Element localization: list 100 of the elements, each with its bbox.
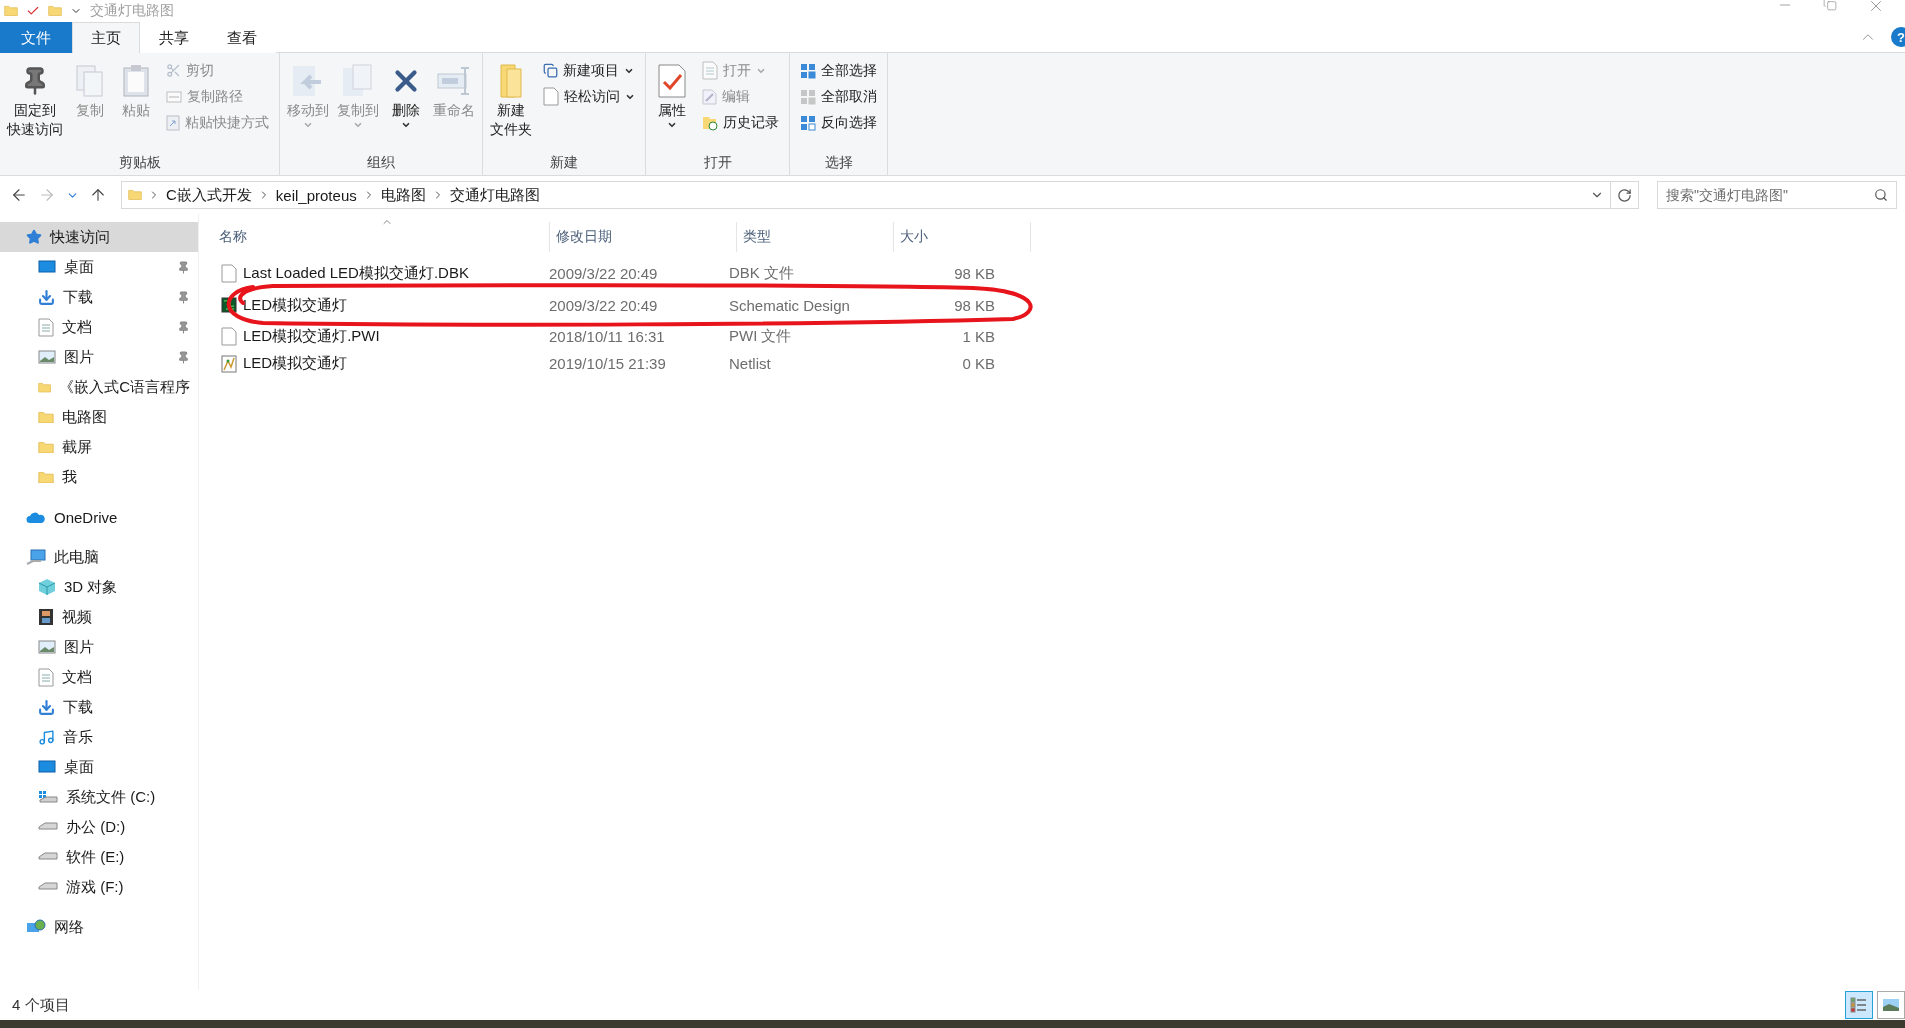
system-drive-icon bbox=[38, 790, 58, 804]
navigation-item[interactable]: 截屏 bbox=[0, 432, 198, 462]
ribbon-button[interactable]: 删除 bbox=[384, 57, 428, 151]
document-icon bbox=[38, 317, 54, 337]
navigation-item[interactable]: 文档 bbox=[0, 662, 198, 692]
table-cell-text: 2019/10/15 21:39 bbox=[548, 355, 667, 372]
cube-icon bbox=[38, 578, 56, 596]
ribbon-button[interactable]: 轻松访问 bbox=[541, 85, 637, 108]
navigation-item[interactable]: 音乐 bbox=[0, 722, 198, 752]
table-cell-text: PWI 文件 bbox=[728, 327, 793, 346]
navigation-item[interactable]: 下载 bbox=[0, 692, 198, 722]
cloud-icon bbox=[26, 510, 46, 524]
table-cell-text: 0 KB bbox=[961, 355, 996, 372]
navigation-item[interactable]: 桌面 bbox=[0, 752, 198, 782]
navigation-item[interactable]: OneDrive bbox=[0, 502, 198, 532]
invert-selection-icon bbox=[800, 114, 816, 131]
drive-icon bbox=[38, 822, 58, 832]
navigation-item[interactable]: 桌面 bbox=[0, 252, 198, 282]
drive-icon bbox=[38, 852, 58, 862]
history-icon bbox=[702, 114, 718, 131]
table-cell-text: 2009/3/22 20:49 bbox=[548, 296, 659, 314]
properties-icon bbox=[657, 63, 687, 99]
open-icon bbox=[702, 61, 718, 80]
column-header[interactable]: 类型 bbox=[737, 222, 894, 252]
table-cell-text: 98 KB bbox=[953, 265, 996, 282]
details-view-button[interactable] bbox=[1845, 991, 1873, 1019]
table-cell-text: 98 KB bbox=[953, 296, 996, 314]
picture-icon bbox=[38, 640, 56, 654]
search-icon bbox=[1874, 188, 1888, 202]
breadcrumb[interactable]: C嵌入式开发 bbox=[166, 185, 252, 205]
ribbon-tab[interactable]: 文件 bbox=[0, 22, 72, 53]
breadcrumb[interactable]: keil_proteus bbox=[275, 186, 357, 204]
new-item-icon bbox=[543, 63, 558, 78]
table-cell-text: Netlist bbox=[728, 355, 772, 372]
ribbon-button[interactable]: 固定到 快速访问 bbox=[4, 57, 66, 151]
navigation-item[interactable]: 《嵌入式C语言程序 bbox=[0, 372, 198, 402]
select-all-icon bbox=[800, 62, 816, 79]
address-bar[interactable]: C嵌入式开发 keil_proteus 电路图 交通灯电路图 bbox=[121, 181, 1611, 209]
landscape-thumbnail-icon bbox=[1882, 998, 1900, 1012]
ribbon-button[interactable]: 新建 文件夹 bbox=[487, 57, 535, 151]
breadcrumb[interactable]: 电路图 bbox=[380, 185, 426, 205]
navigation-item[interactable]: 此电脑 bbox=[0, 542, 198, 572]
table-cell-text: 2009/3/22 20:49 bbox=[548, 265, 659, 282]
navigation-item[interactable]: 办公 (D:) bbox=[0, 812, 198, 842]
column-header[interactable]: 名称 bbox=[213, 222, 550, 252]
ribbon-button[interactable]: 反向选择 bbox=[798, 111, 879, 134]
folder-icon bbox=[4, 5, 18, 17]
ribbon-tab[interactable]: 主页 bbox=[72, 22, 140, 53]
ribbon-button[interactable]: 属性 bbox=[650, 57, 694, 151]
picture-icon bbox=[38, 350, 56, 364]
help-button[interactable]: ? bbox=[1891, 27, 1905, 47]
copy-icon bbox=[75, 64, 105, 98]
search-field[interactable]: 搜索"交通灯电路图" bbox=[1657, 181, 1897, 209]
navigation-item[interactable]: 软件 (E:) bbox=[0, 842, 198, 872]
navigation-item[interactable]: 快速访问 bbox=[0, 222, 198, 252]
copy-icon bbox=[341, 64, 375, 98]
ribbon-button[interactable]: 历史记录 bbox=[700, 111, 781, 134]
navigation-item[interactable]: 图片 bbox=[0, 342, 198, 372]
group-label: 新建 bbox=[549, 153, 579, 172]
desktop-icon bbox=[38, 260, 56, 274]
ribbon-button[interactable]: 新建项目 bbox=[541, 59, 637, 82]
path-icon bbox=[166, 90, 182, 103]
navigation-item[interactable]: 下载 bbox=[0, 282, 198, 312]
folder-icon bbox=[38, 440, 54, 454]
file-name: LED模拟交通灯.PWI bbox=[213, 327, 543, 346]
refresh-button[interactable] bbox=[1611, 181, 1639, 209]
column-header[interactable]: 大小 bbox=[894, 222, 1031, 252]
breadcrumb[interactable]: 交通灯电路图 bbox=[449, 185, 540, 205]
file-name: LED模拟交通灯 bbox=[213, 295, 543, 315]
large-icons-view-button[interactable] bbox=[1877, 991, 1905, 1019]
file-row[interactable]: LED模拟交通灯 2019/10/15 21:39 Netlist 0 KB bbox=[213, 350, 1003, 377]
folder-icon bbox=[497, 63, 525, 99]
download-icon bbox=[38, 288, 55, 306]
restore-icon[interactable] bbox=[1823, 0, 1837, 11]
edit-icon bbox=[702, 88, 717, 105]
navigation-item[interactable]: 文档 bbox=[0, 312, 198, 342]
group-label: 组织 bbox=[366, 153, 396, 172]
navigation-item[interactable]: 网络 bbox=[0, 912, 198, 942]
rename-icon bbox=[436, 64, 472, 98]
navigation-item[interactable]: 我 bbox=[0, 462, 198, 492]
group-label: 选择 bbox=[823, 153, 854, 172]
navigation-item[interactable]: 视频 bbox=[0, 602, 198, 632]
ribbon-button[interactable]: 全部选择 bbox=[798, 59, 879, 82]
navigation-item[interactable]: 图片 bbox=[0, 632, 198, 662]
computer-icon bbox=[26, 549, 46, 565]
column-header[interactable]: 修改日期 bbox=[550, 222, 737, 252]
navigation-item[interactable]: 游戏 (F:) bbox=[0, 872, 198, 902]
download-icon bbox=[38, 698, 55, 716]
table-cell-text: Schematic Design bbox=[728, 296, 851, 314]
navigation-item[interactable]: 系统文件 (C:) bbox=[0, 782, 198, 812]
right-arrow-icon bbox=[38, 186, 56, 204]
table-cell-text: DBK 文件 bbox=[728, 264, 795, 283]
network-icon bbox=[26, 919, 46, 935]
film-icon bbox=[38, 608, 54, 626]
navigation-item[interactable]: 3D 对象 bbox=[0, 572, 198, 602]
shortcut-icon bbox=[166, 114, 180, 131]
ribbon-button[interactable]: 全部取消 bbox=[798, 85, 879, 108]
file-name: LED模拟交通灯 bbox=[213, 354, 543, 373]
details-list-icon bbox=[1850, 996, 1868, 1014]
navigation-item[interactable]: 电路图 bbox=[0, 402, 198, 432]
